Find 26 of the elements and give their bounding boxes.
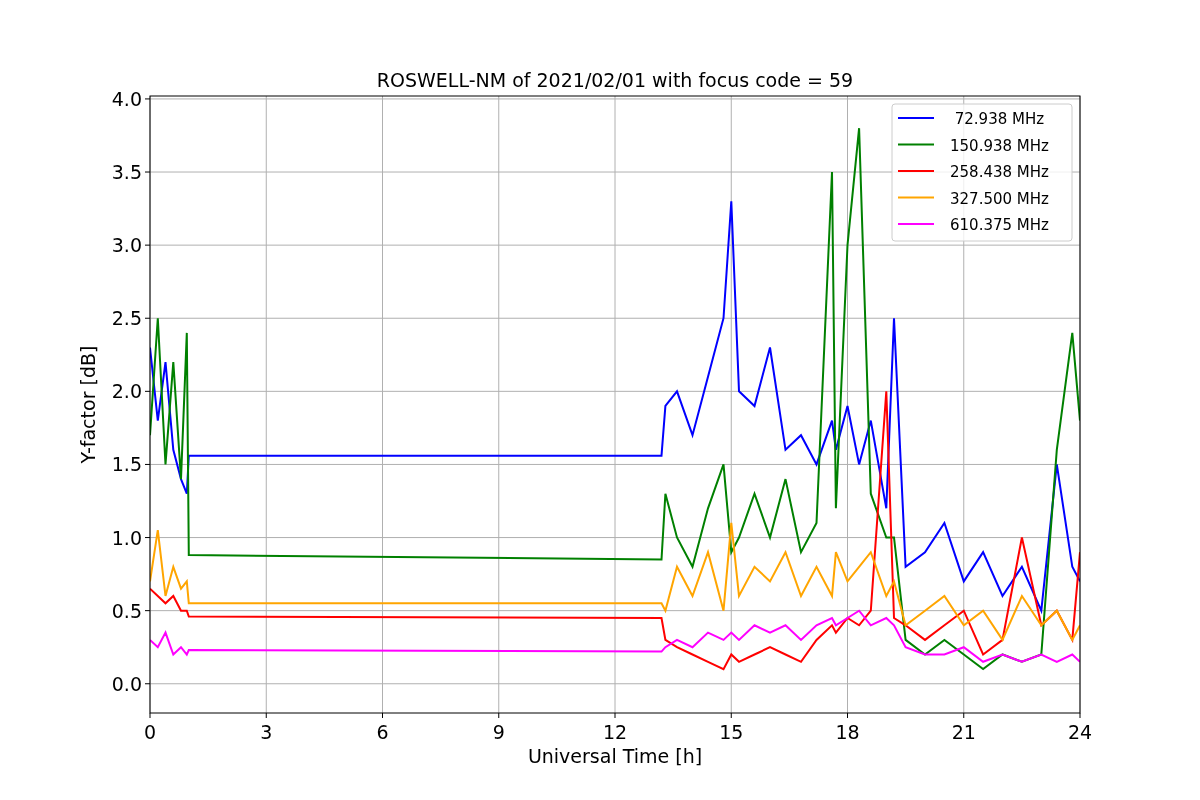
y-tick-label: 2.0 (111, 380, 142, 403)
y-axis-label: Y-factor [dB] (77, 345, 99, 464)
legend-label: 150.938 MHz (950, 136, 1049, 155)
x-tick-label: 3 (260, 721, 273, 743)
y-tick-label: 1.5 (111, 453, 142, 476)
legend-label: 258.438 MHz (950, 163, 1049, 181)
y-tick-label: 2.5 (111, 307, 142, 330)
y-tick-label: 3.0 (111, 234, 142, 257)
x-tick-label: 21 (951, 721, 976, 743)
legend-label: 327.500 MHz (950, 189, 1049, 208)
x-axis-label: Universal Time [h] (527, 745, 703, 767)
y-tick-label: 4.0 (111, 87, 142, 110)
x-tick-label: 0 (143, 721, 157, 743)
chart-title: ROSWELL-NM of 2021/02/01 with focus code = 59 (376, 69, 854, 91)
y-tick-label: 1.0 (111, 526, 142, 549)
x-tick-label: 15 (719, 721, 744, 743)
x-tick-label: 24 (1067, 721, 1093, 743)
x-tick-label: 6 (376, 721, 389, 743)
y-tick-label: 3.5 (111, 161, 142, 184)
x-tick-label: 18 (835, 721, 860, 743)
x-tick-label: 9 (492, 721, 505, 743)
legend-label: 610.375 MHz (950, 216, 1049, 234)
y-tick-label: 0.0 (111, 672, 142, 695)
x-tick-label: 12 (602, 721, 628, 743)
y-tick-label: 0.5 (111, 599, 142, 622)
legend-label: 72.938 MHz (954, 110, 1045, 128)
